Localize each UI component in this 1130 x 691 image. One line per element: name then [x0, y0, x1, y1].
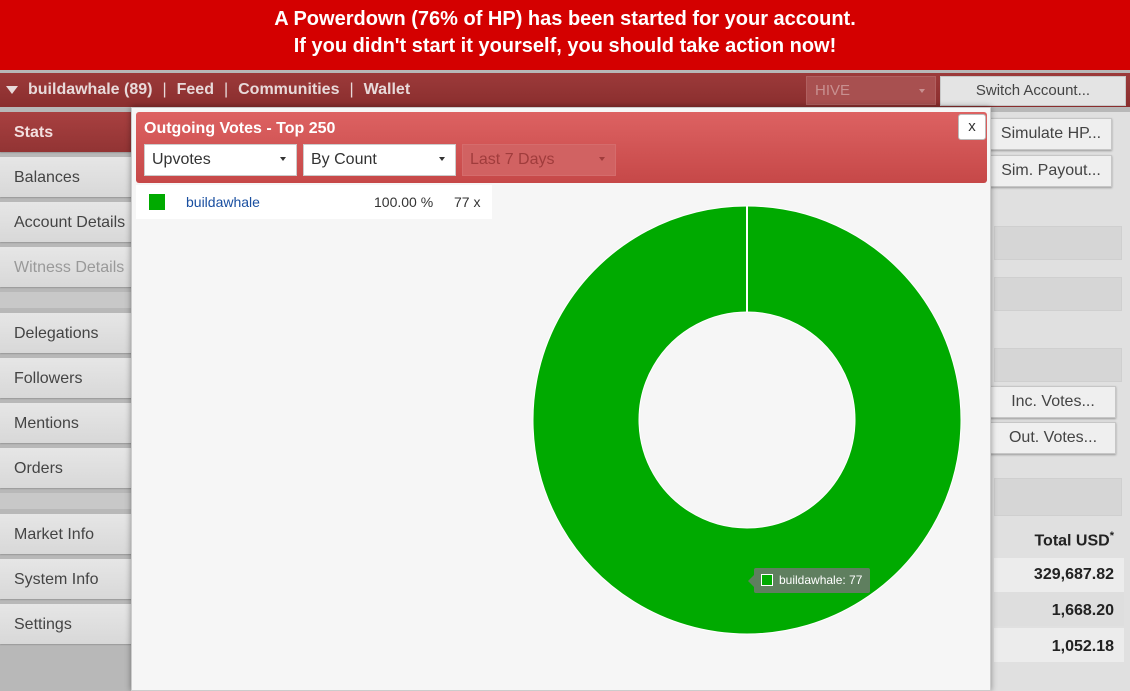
chart-tooltip: buildawhale: 77 [747, 568, 871, 593]
close-button[interactable]: x [958, 114, 986, 140]
chevron-down-icon [919, 89, 925, 93]
panel-field [994, 226, 1122, 260]
period-select[interactable]: Last 7 Days [462, 144, 616, 176]
legend-percent: 100.00 % [374, 194, 434, 210]
inc-votes-button[interactable]: Inc. Votes... [990, 386, 1116, 418]
sidebar: Stats Balances Account Details Witness D… [0, 112, 135, 649]
switch-account-button[interactable]: Switch Account... [940, 76, 1126, 106]
powerdown-warning-banner: A Powerdown (76% of HP) has been started… [0, 0, 1130, 70]
dialog-header: Outgoing Votes - Top 250 x Upvotes By Co… [136, 112, 987, 183]
sidebar-item-witness-details[interactable]: Witness Details [0, 247, 135, 287]
sidebar-divider [0, 292, 135, 308]
chevron-down-icon [280, 157, 286, 161]
account-name-link[interactable]: buildawhale (89) [28, 81, 152, 99]
votes-donut-chart [532, 205, 962, 635]
nav-separator: | [349, 81, 354, 98]
nav-link-feed[interactable]: Feed [177, 81, 214, 99]
sim-payout-button[interactable]: Sim. Payout... [990, 155, 1112, 187]
nav-separator: | [223, 81, 229, 98]
panel-field [994, 348, 1122, 382]
legend-account-link[interactable]: buildawhale [186, 194, 260, 210]
period-value: Last 7 Days [470, 151, 555, 168]
sidebar-item-followers[interactable]: Followers [0, 358, 135, 398]
nav-separator: | [162, 81, 167, 98]
sidebar-item-orders[interactable]: Orders [0, 448, 135, 488]
tooltip-color-box [761, 574, 773, 586]
sidebar-item-settings[interactable]: Settings [0, 604, 135, 644]
dialog-title: Outgoing Votes - Top 250 [144, 120, 336, 137]
sidebar-item-account-details[interactable]: Account Details [0, 202, 135, 242]
nav-link-communities[interactable]: Communities [238, 81, 339, 99]
sidebar-item-stats[interactable]: Stats [0, 112, 135, 152]
sort-by-select[interactable]: By Count [303, 144, 456, 176]
chevron-down-icon [599, 157, 605, 161]
legend-count: 77 x [454, 194, 481, 210]
account-menu-caret-icon[interactable] [6, 86, 18, 94]
legend-row: buildawhale 100.00 % 77 x [136, 185, 492, 219]
vote-type-value: Upvotes [152, 151, 211, 168]
sidebar-item-balances[interactable]: Balances [0, 157, 135, 197]
total-usd-value: 1,668.20 [1051, 602, 1114, 619]
out-votes-button[interactable]: Out. Votes... [990, 422, 1116, 454]
panel-field [994, 478, 1122, 516]
top-nav-bar: buildawhale (89) | Feed | Communities | … [0, 73, 1130, 107]
nav-link-wallet[interactable]: Wallet [364, 81, 411, 99]
chain-select-value: HIVE [815, 82, 851, 99]
legend-color-swatch [149, 194, 165, 210]
total-usd-value: 329,687.82 [1033, 566, 1114, 583]
sidebar-item-delegations[interactable]: Delegations [0, 313, 135, 353]
warning-line-2: If you didn't start it yourself, you sho… [293, 35, 837, 57]
sidebar-item-system-info[interactable]: System Info [0, 559, 135, 599]
vote-type-select[interactable]: Upvotes [144, 144, 297, 176]
tooltip-text: buildawhale: 77 [779, 573, 863, 587]
sidebar-item-market-info[interactable]: Market Info [0, 514, 135, 554]
total-usd-value: 1,052.18 [1051, 638, 1114, 655]
sidebar-item-mentions[interactable]: Mentions [0, 403, 135, 443]
chevron-down-icon [439, 157, 445, 161]
sort-by-value: By Count [311, 151, 377, 168]
simulate-hp-button[interactable]: Simulate HP... [990, 118, 1112, 150]
panel-field [994, 277, 1122, 311]
total-usd-header: Total USD* [994, 530, 1120, 550]
sidebar-divider [0, 493, 135, 509]
total-usd-label: Total USD [1034, 532, 1110, 550]
chain-select[interactable]: HIVE [806, 76, 936, 105]
total-usd-footnote-mark: * [1109, 530, 1114, 542]
outgoing-votes-dialog: Outgoing Votes - Top 250 x Upvotes By Co… [131, 107, 991, 691]
warning-line-1: A Powerdown (76% of HP) has been started… [274, 8, 856, 30]
